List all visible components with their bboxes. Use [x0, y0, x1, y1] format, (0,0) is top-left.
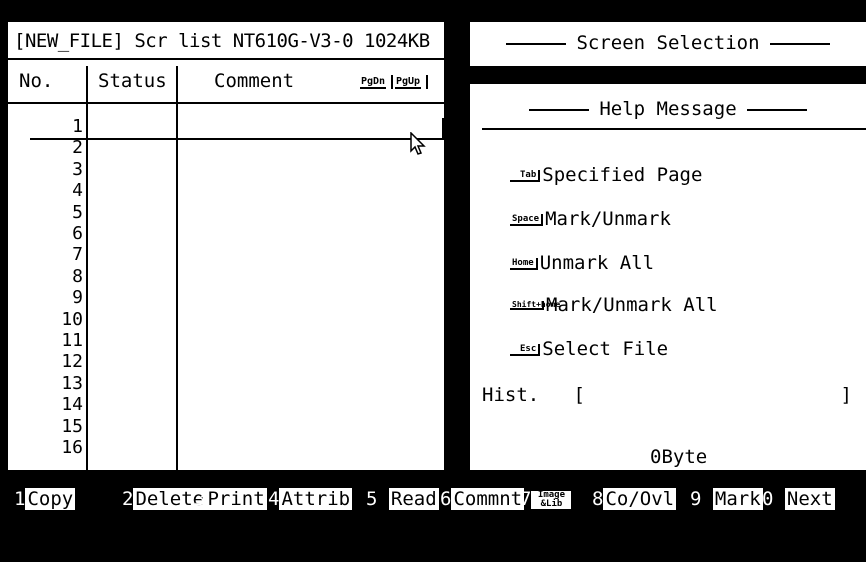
history-field[interactable]: Hist. [: [482, 384, 585, 406]
fkey-number: 0: [762, 488, 774, 510]
fkey-number: 9: [690, 488, 702, 510]
row-cursor: [442, 118, 444, 138]
help-text: Specified Page: [542, 164, 703, 186]
divider: [769, 42, 830, 45]
column-divider: [86, 66, 88, 470]
pgup-button[interactable]: PgUp: [395, 76, 422, 89]
row-number[interactable]: 5: [13, 203, 83, 221]
screen-selection-title: Screen Selection: [576, 32, 760, 54]
fkey-number: 3: [194, 488, 206, 510]
fkey-number: 1: [14, 488, 26, 510]
home-key-icon: Home: [510, 257, 538, 270]
screen-list-panel: [NEW_FILE] Scr list NT610G-V3-0 1024KB N…: [8, 22, 444, 470]
row-number[interactable]: 1: [13, 118, 83, 136]
fkey-co-ovl[interactable]: 8 Co/Ovl: [592, 488, 677, 510]
help-item-home: Home Unmark All: [510, 252, 654, 274]
row-number[interactable]: 4: [13, 182, 83, 200]
col-header-status: Status: [98, 70, 167, 92]
help-text: Select File: [542, 338, 669, 360]
fkey-read[interactable]: 5 Read: [366, 488, 439, 510]
row-number[interactable]: 2: [13, 139, 83, 157]
row-number[interactable]: 15: [13, 417, 83, 435]
fkey-label: Commnt: [451, 488, 525, 510]
fkey-commnt[interactable]: 6 Commnt: [440, 488, 525, 510]
row-number[interactable]: 3: [13, 160, 83, 178]
col-header-comment: Comment: [214, 70, 295, 92]
fkey-number: 4: [268, 488, 280, 510]
esc-key-icon: Esc: [510, 343, 541, 356]
help-text: Mark/Unmark: [545, 208, 671, 230]
row-number[interactable]: 10: [13, 310, 83, 328]
history-bracket-open: [: [573, 384, 585, 406]
help-title-row: Help Message: [470, 98, 866, 120]
fkey-mark[interactable]: 9 Mark: [690, 488, 763, 510]
fkey-number: 6: [440, 488, 452, 510]
history-bracket-close: ]: [840, 384, 852, 406]
divider: [8, 102, 444, 104]
help-item-space: Space Mark/Unmark: [510, 208, 671, 230]
fkey-label: Next: [784, 488, 835, 510]
divider: [8, 58, 444, 60]
help-item-tab: Tab Specified Page: [510, 164, 702, 186]
fkey-label: Copy: [25, 488, 76, 510]
fkey-number: 2: [122, 488, 134, 510]
divider: [746, 108, 807, 111]
screen-selection-title-row: Screen Selection: [470, 32, 866, 54]
fkey-label: Mark: [712, 488, 763, 510]
fkey-label: Read: [388, 488, 439, 510]
row-number[interactable]: 14: [13, 396, 83, 414]
byte-count: 0Byte: [650, 446, 708, 468]
row-number[interactable]: 7: [13, 246, 83, 264]
fkey-copy[interactable]: 1 Copy: [14, 488, 76, 510]
help-text: Mark/Unmark All: [546, 294, 718, 316]
row-number[interactable]: 9: [13, 289, 83, 307]
function-key-bar: 1 Copy 2 Delete 3 Print 4 Attrib 5 Read 6 Com…: [0, 488, 866, 514]
help-message-panel: Help Message Tab Specified Page Space Mark…: [470, 84, 866, 470]
row-number[interactable]: 6: [13, 225, 83, 243]
row-number[interactable]: 12: [13, 353, 83, 371]
col-header-no: No.: [19, 70, 54, 92]
row-number[interactable]: 8: [13, 267, 83, 285]
tab-key-icon: Tab: [510, 169, 541, 182]
column-divider: [176, 66, 178, 470]
fkey-label: Print: [205, 488, 267, 510]
divider: [391, 75, 393, 89]
file-header: [NEW_FILE] Scr list NT610G-V3-0 1024KB: [14, 30, 430, 52]
fkey-number: 5: [366, 488, 378, 510]
row-number[interactable]: 11: [13, 332, 83, 350]
divider: [506, 42, 567, 45]
fkey-image-lib[interactable]: 7 Image &Lib: [520, 488, 572, 510]
divider: [426, 75, 428, 89]
fkey-attrib[interactable]: 4 Attrib: [268, 488, 353, 510]
help-title: Help Message: [599, 98, 737, 120]
row-cursor: [30, 138, 444, 140]
help-item-shift-home: Shift+homeMark/Unmark All: [510, 294, 718, 316]
space-key-icon: Space: [510, 213, 544, 226]
screen-selection-panel: Screen Selection: [470, 22, 866, 66]
fkey-label: Attrib: [279, 488, 353, 510]
shift-home-key-icon: Shift+home: [510, 300, 561, 310]
fkey-next[interactable]: 0 Next: [762, 488, 835, 510]
help-text: Unmark All: [539, 252, 655, 274]
fkey-print[interactable]: 3 Print: [194, 488, 267, 510]
fkey-label: Co/Ovl: [603, 488, 677, 510]
mouse-pointer-icon: [410, 131, 428, 161]
row-number[interactable]: 13: [13, 374, 83, 392]
fkey-label: Image &Lib: [531, 490, 572, 509]
history-label: Hist.: [482, 384, 540, 406]
fkey-number: 7: [520, 488, 532, 510]
divider: [529, 108, 590, 111]
help-item-esc: Esc Select File: [510, 338, 668, 360]
fkey-number: 8: [592, 488, 604, 510]
row-number[interactable]: 16: [13, 439, 83, 457]
pgdn-button[interactable]: PgDn: [360, 76, 387, 89]
divider: [482, 128, 866, 130]
